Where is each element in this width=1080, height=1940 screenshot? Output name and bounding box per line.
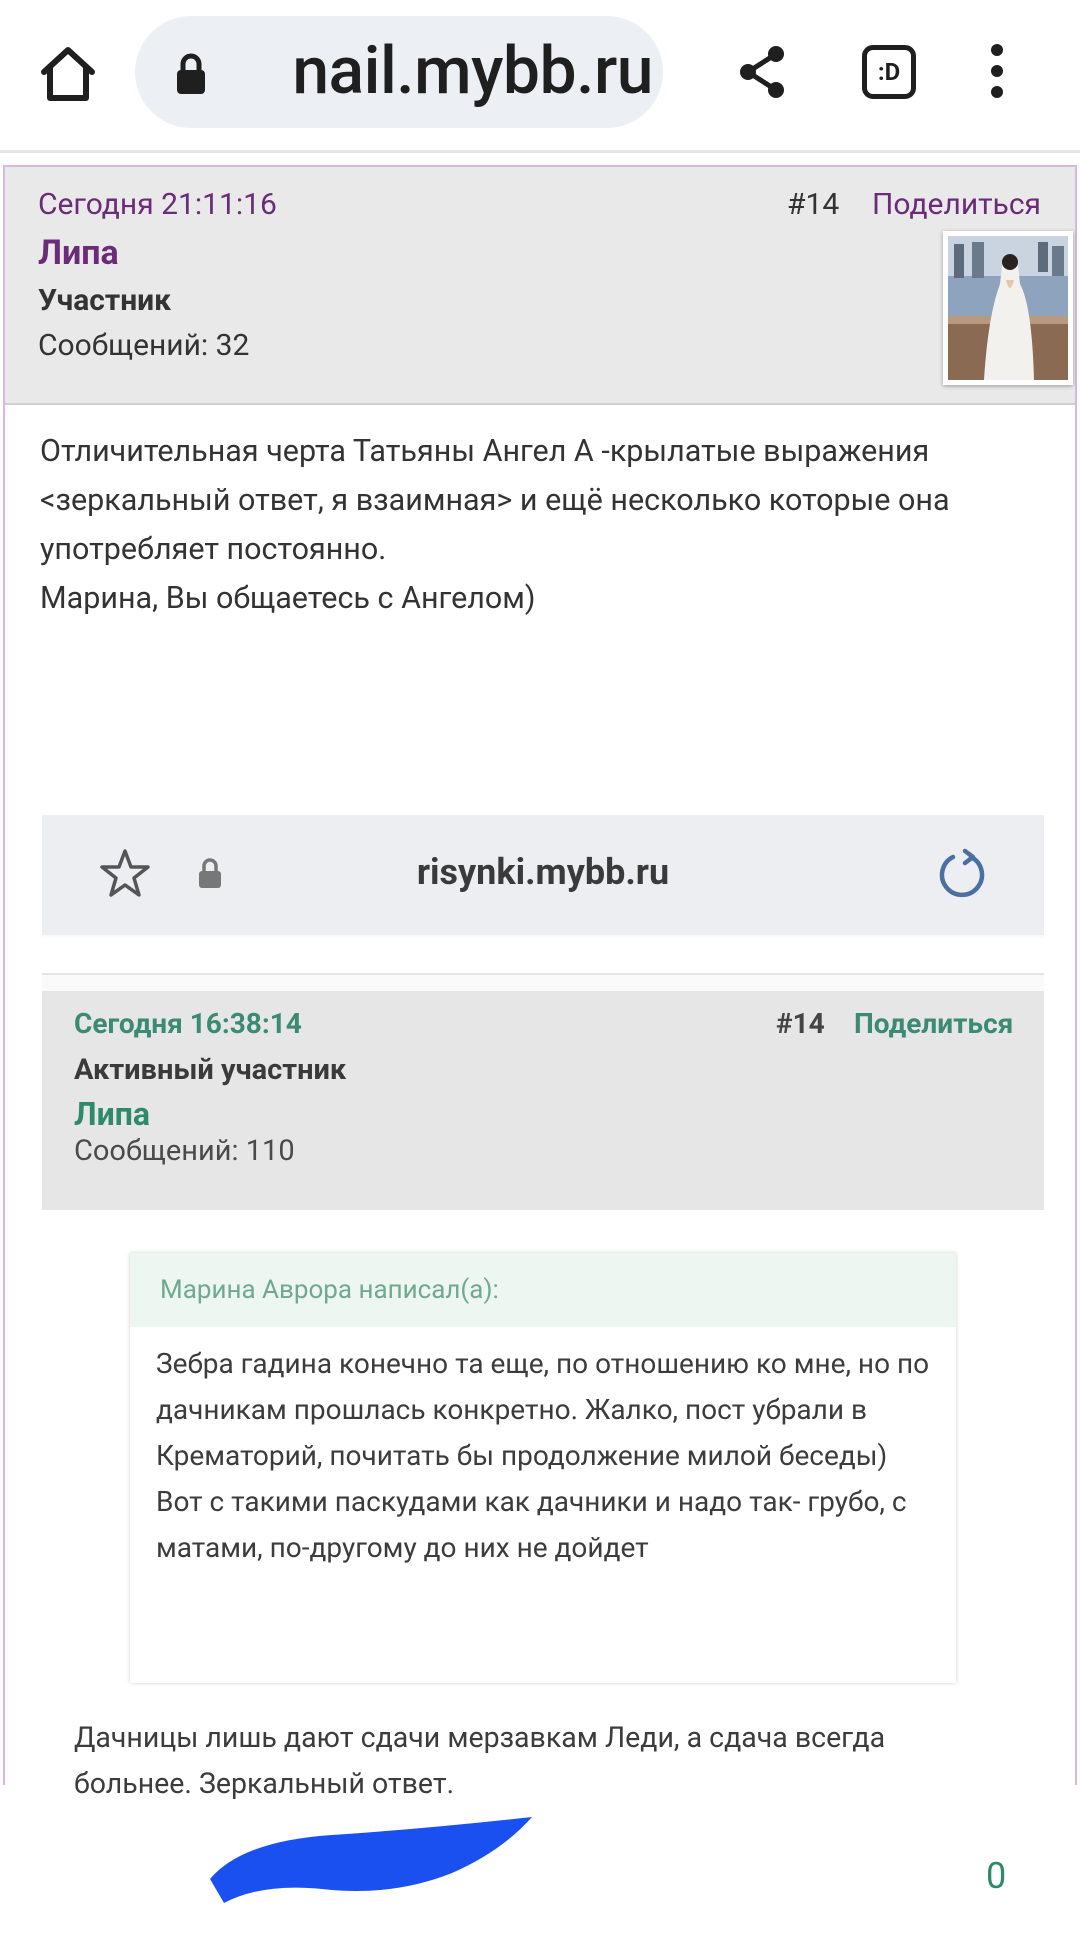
browser-toolbar: nail.mybb.ru :D — [0, 0, 1080, 153]
post-header: Сегодня 21:11:16 #14 Поделиться Липа Уча… — [5, 167, 1075, 405]
embedded-post-number: #14 — [776, 1007, 825, 1040]
address-bar[interactable]: nail.mybb.ru — [135, 16, 663, 128]
forum-post: Сегодня 21:11:16 #14 Поделиться Липа Уча… — [3, 165, 1077, 1940]
attached-screenshot[interactable]: risynki.mybb.ru Сегодня 16:38:14 #14 Под… — [42, 815, 1044, 1940]
message-count: Сообщений: 32 — [38, 328, 250, 363]
embedded-browser-bar: risynki.mybb.ru — [42, 815, 1044, 935]
quote-paragraph: Вот с такими паскудами как дачники и над… — [156, 1485, 907, 1564]
share-link[interactable]: Поделиться — [872, 187, 1041, 222]
reload-icon — [935, 847, 989, 901]
avatar[interactable] — [943, 231, 1073, 385]
post-content: Отличительная черта Татьяны Ангел А -кры… — [40, 427, 1030, 623]
embedded-post-header: Сегодня 16:38:14 #14 Поделиться Активный… — [42, 991, 1044, 1210]
redaction-scribble — [202, 1811, 532, 1911]
tab-switcher-button[interactable]: :D — [862, 45, 916, 99]
post-paragraph: Отличительная черта Татьяны Ангел А -кры… — [40, 434, 950, 567]
post-paragraph: Марина, Вы общаетесь с Ангелом) — [40, 581, 536, 616]
lock-icon — [175, 52, 207, 96]
post-timestamp[interactable]: Сегодня 21:11:16 — [38, 187, 277, 222]
embedded-timestamp: Сегодня 16:38:14 — [74, 1007, 302, 1040]
more-menu-icon[interactable] — [985, 44, 1009, 102]
reply-paragraph: Дачницы лишь дают сдачи мерзавкам Леди, … — [74, 1721, 886, 1800]
embedded-reply-text: Дачницы лишь дают сдачи мерзавкам Леди, … — [74, 1715, 974, 1807]
embedded-author-role: Активный участник — [74, 1053, 347, 1087]
url-text: nail.mybb.ru — [292, 33, 653, 110]
embedded-share-link: Поделиться — [854, 1007, 1014, 1040]
author-name[interactable]: Липа — [38, 233, 119, 273]
quote-paragraph: Зебра гадина конечно та еще, по отношени… — [156, 1347, 930, 1472]
embedded-divider — [42, 937, 1044, 975]
post-number[interactable]: #14 — [787, 187, 839, 222]
quote-header: Марина Аврора написал(а): — [130, 1253, 956, 1327]
author-role: Участник — [38, 283, 172, 318]
share-icon[interactable] — [736, 44, 788, 100]
embedded-author-name: Липа — [74, 1095, 150, 1133]
embedded-message-count: Сообщений: 110 — [74, 1134, 295, 1168]
embedded-counter: 0 — [986, 1855, 1007, 1897]
quote-text: Зебра гадина конечно та еще, по отношени… — [130, 1327, 956, 1585]
embedded-url: risynki.mybb.ru — [416, 851, 670, 893]
home-icon[interactable] — [36, 42, 100, 106]
embedded-post: Сегодня 16:38:14 #14 Поделиться Активный… — [42, 991, 1044, 1940]
quote-block: Марина Аврора написал(а): Зебра гадина к… — [130, 1253, 956, 1683]
